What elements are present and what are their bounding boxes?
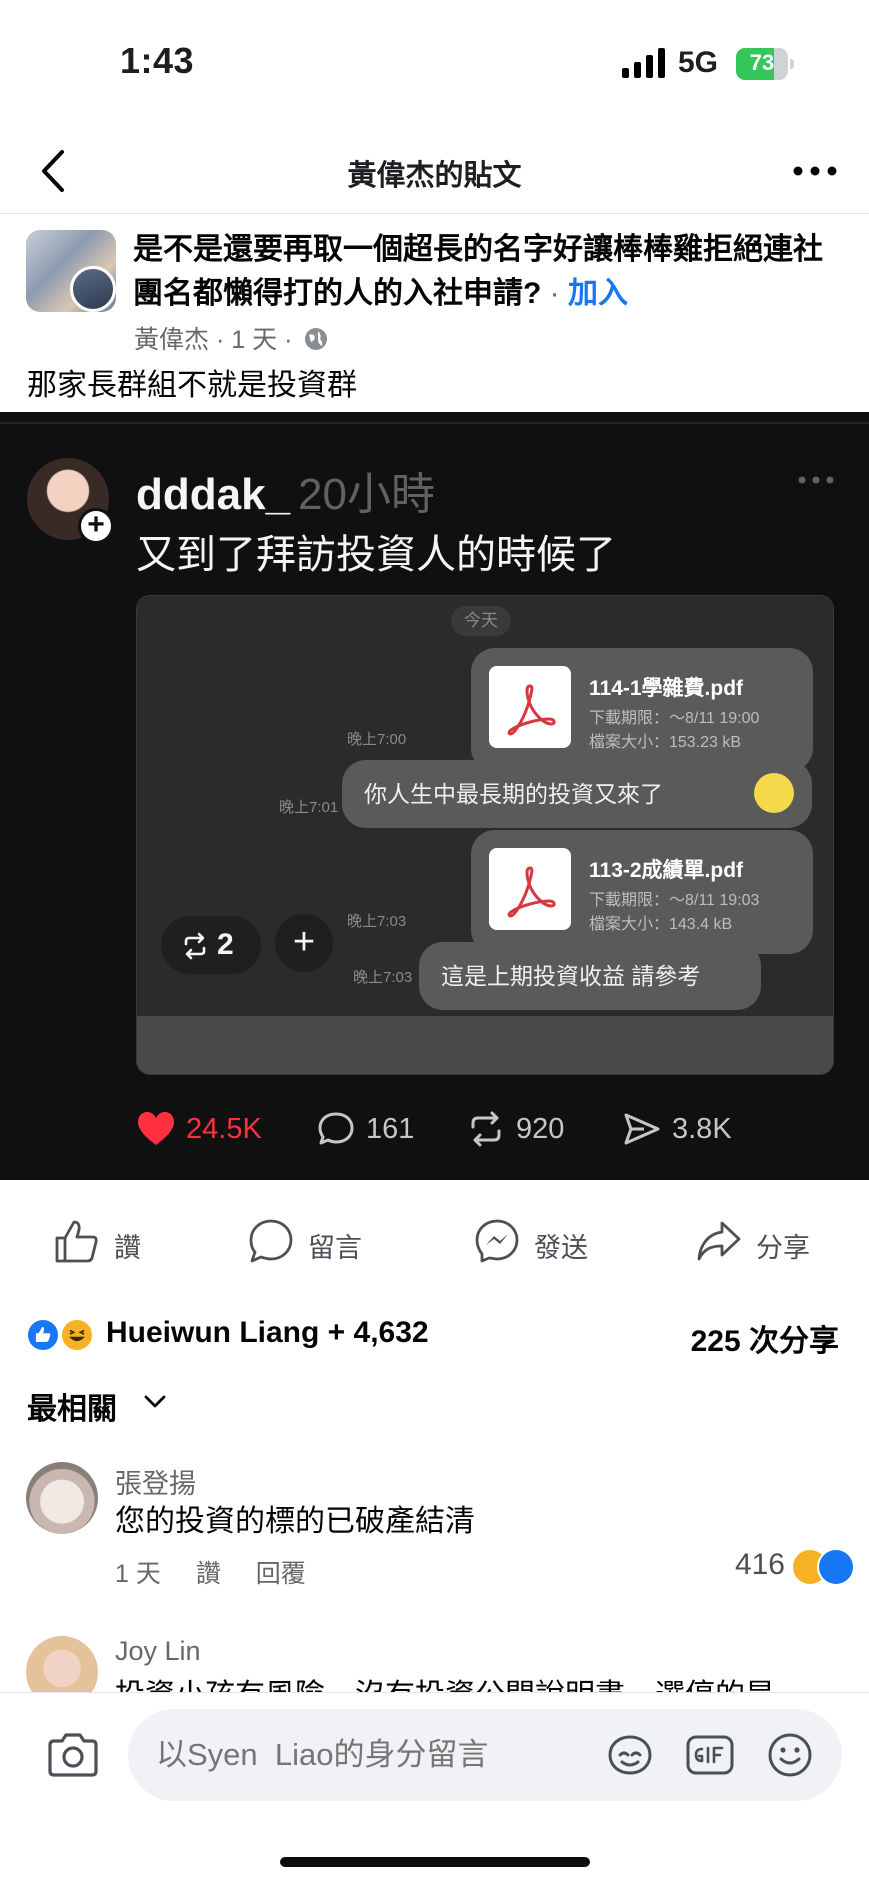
comment-actions: 1 天 讚 回覆 (115, 1554, 334, 1590)
pdf-icon (489, 666, 571, 748)
message-text: 你人生中最長期的投資又來了 (364, 781, 663, 807)
battery-icon: 73 (736, 48, 794, 80)
message-time: 晚上7:01 (279, 799, 339, 816)
chat-date: 今天 (451, 606, 511, 636)
comment-time: 1 天 (115, 1560, 161, 1588)
emoji-icon[interactable] (764, 1731, 816, 1779)
like-reaction-icon (26, 1318, 60, 1352)
post-actions: 讚 留言 發送 分享 (0, 1200, 869, 1288)
pdf-icon (489, 848, 571, 930)
comment-like-button[interactable]: 讚 (196, 1560, 221, 1588)
globe-icon (305, 328, 328, 350)
thread-user: dddak_ 20小時 (136, 458, 435, 522)
comment-bubble-icon (318, 1112, 354, 1145)
repost-count-pill: 2 (161, 916, 261, 974)
camera-icon[interactable] (46, 1731, 100, 1779)
thread-stats: 24.5K 161 920 3.8K (136, 1104, 836, 1154)
add-icon: + (275, 914, 333, 972)
repost-icon (184, 932, 206, 960)
group-name[interactable]: 是不是還要再取一個超長的名字好讓棒棒雞拒絕連社團名都懶得打的人的入社申請? · … (133, 228, 843, 316)
file-size: 檔案大小：153.23 kB (589, 734, 742, 751)
commenter-avatar[interactable] (26, 1462, 98, 1534)
thumbs-up-icon (55, 1220, 98, 1263)
sort-label: 最相關 (27, 1393, 117, 1426)
comment-item: Joy Lin 投資小孩有風險，沒有投資公開說明書，選停的是 (0, 1636, 869, 1696)
home-indicator (280, 1857, 590, 1867)
author-avatar[interactable] (70, 266, 116, 312)
message-text: 這是上期投資收益 請參考 (441, 963, 701, 989)
chick-emoji-icon (754, 773, 794, 813)
reactions-summary[interactable]: Hueiwun Liang + 4,632 225 次分享 (0, 1310, 869, 1360)
file-bubble: 113-2成績單.pdf 下載期限：～8/11 19:03 檔案大小：143.4… (471, 830, 813, 954)
repost-icon (471, 1111, 501, 1147)
reaction-names: Hueiwun Liang + 4,632 (106, 1316, 429, 1349)
messenger-icon (475, 1219, 519, 1263)
thread-username: dddak_ (136, 470, 291, 519)
message-time: 晚上7:00 (347, 731, 407, 748)
comment-reply-button[interactable]: 回覆 (256, 1560, 306, 1588)
follow-plus-icon: + (78, 508, 114, 544)
comment-text: 您的投資的標的已破產結清 (115, 1505, 475, 1538)
file-bubble: 114-1學雜費.pdf 下載期限：～8/11 19:00 檔案大小：153.2… (471, 648, 813, 772)
meta-separator: · (284, 326, 293, 354)
comment-reaction-count: 416 (734, 1548, 785, 1581)
thread-more-icon (798, 476, 834, 484)
post-author[interactable]: 黃偉杰 (134, 326, 209, 354)
message-time: 晚上7:03 (353, 969, 413, 986)
file-name: 113-2成績單.pdf (589, 859, 744, 882)
chat-input-strip (137, 1016, 833, 1074)
file-size: 檔案大小：143.4 kB (589, 916, 733, 933)
more-options-icon[interactable] (790, 154, 840, 188)
post-text: 那家長群組不就是投資群 (27, 369, 357, 402)
file-name: 114-1學雜費.pdf (589, 677, 744, 700)
comment-sort[interactable]: 最相關 (27, 1384, 166, 1428)
send-icon (624, 1113, 660, 1145)
commenter-name[interactable]: Joy Lin (115, 1636, 201, 1667)
post-meta: 黃偉杰 · 1 天 · (134, 320, 329, 356)
haha-reaction-icon (60, 1318, 94, 1352)
share-count[interactable]: 225 次分享 (691, 1316, 839, 1360)
thread-time: 20小時 (298, 470, 435, 519)
chat-screenshot: 今天 114-1學雜費.pdf 下載期限：～8/11 19:00 檔案大小：15… (136, 595, 834, 1075)
share-arrow-icon (697, 1221, 741, 1261)
group-name-text[interactable]: 是不是還要再取一個超長的名字好讓棒棒雞拒絕連社團名都懶得打的人的入社申請? (133, 233, 823, 310)
top-nav: 黃偉杰的貼文 (0, 130, 869, 214)
image-divider (0, 422, 869, 424)
repost-count: 2 (217, 928, 234, 961)
cellular-signal-icon (622, 48, 665, 78)
network-type: 5G (678, 46, 719, 79)
post-time: 1 天 (231, 326, 278, 354)
chevron-down-icon (144, 1395, 166, 1408)
status-bar: 1:43 5G 73 (0, 0, 869, 120)
post-image[interactable]: + dddak_ 20小時 又到了拜訪投資人的時候了 今天 114-1學雜費.pd… (0, 412, 869, 1180)
message-bubble: 你人生中最長期的投資又來了 (342, 760, 812, 828)
file-expiry: 下載期限：～8/11 19:00 (589, 710, 760, 727)
comment-composer (0, 1692, 869, 1884)
message-bubble: 這是上期投資收益 請參考 (419, 942, 761, 1010)
battery-percent: 73 (749, 50, 775, 75)
comment-icon (249, 1219, 293, 1263)
meta-separator: · (215, 326, 225, 354)
file-expiry: 下載期限：～8/11 19:03 (589, 892, 760, 909)
like-reaction-icon (817, 1548, 855, 1586)
join-separator: · (549, 277, 560, 310)
thread-text: 又到了拜訪投資人的時候了 (136, 533, 616, 577)
status-time: 1:43 (120, 40, 195, 81)
avatar-sticker-icon[interactable] (604, 1731, 656, 1779)
heart-icon (138, 1112, 174, 1145)
join-group-link[interactable]: 加入 (568, 277, 628, 310)
gif-icon[interactable] (684, 1731, 736, 1779)
page-title: 黃偉杰的貼文 (347, 160, 522, 192)
group-avatar[interactable] (26, 230, 116, 312)
message-time: 晚上7:03 (347, 913, 407, 930)
commenter-avatar[interactable] (26, 1636, 98, 1696)
